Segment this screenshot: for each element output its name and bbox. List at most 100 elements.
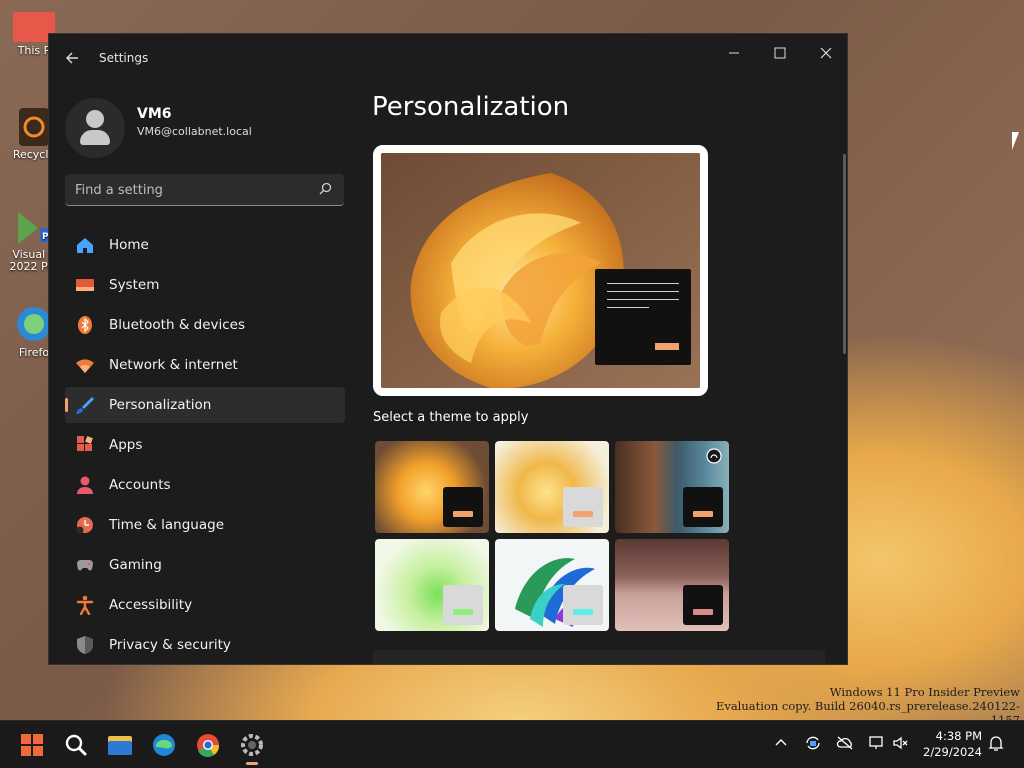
sidebar-item-time-language[interactable]: Time & language — [65, 507, 345, 543]
arrow-left-icon — [66, 52, 78, 64]
close-button[interactable] — [803, 38, 847, 68]
file-explorer-icon — [108, 736, 132, 755]
taskbar — [0, 720, 1024, 768]
sidebar-item-label: Accounts — [109, 477, 171, 493]
theme-captured-motion[interactable] — [615, 441, 729, 533]
bluetooth-icon — [75, 315, 95, 335]
network-icon — [869, 736, 883, 749]
sidebar-item-label: Privacy & security — [109, 637, 231, 653]
theme-accent-bar — [453, 511, 473, 517]
title-bar: Settings — [49, 34, 847, 82]
wifi-icon — [75, 355, 95, 375]
user-name: VM6 — [137, 106, 172, 122]
brush-icon — [75, 395, 95, 415]
start-button[interactable] — [14, 729, 50, 761]
sidebar-item-label: Personalization — [109, 397, 212, 413]
sidebar-item-bluetooth[interactable]: Bluetooth & devices — [65, 307, 345, 343]
theme-flow[interactable] — [495, 539, 609, 631]
accessibility-icon — [75, 595, 95, 615]
chrome-button[interactable] — [190, 729, 226, 761]
chevron-up-icon — [775, 739, 787, 746]
back-button[interactable] — [63, 48, 83, 68]
sidebar-item-accounts[interactable]: Accounts — [65, 467, 345, 503]
sidebar-item-label: Accessibility — [109, 597, 193, 613]
clock-icon — [75, 515, 95, 535]
clock-time: 4:38 PM — [935, 729, 982, 743]
home-icon — [75, 235, 95, 255]
accounts-icon — [75, 475, 95, 495]
search-input[interactable] — [75, 180, 305, 200]
sidebar-item-label: Home — [109, 237, 149, 253]
user-icon-body — [80, 130, 110, 145]
search-icon — [65, 734, 87, 756]
file-explorer-button[interactable] — [102, 729, 138, 761]
apps-icon — [75, 435, 95, 455]
sidebar-item-network[interactable]: Network & internet — [65, 347, 345, 383]
theme-window-tile — [683, 585, 723, 625]
window-title: Settings — [99, 51, 149, 65]
sync-icon — [806, 736, 820, 750]
theme-window-tile — [563, 585, 603, 625]
gamepad-icon — [75, 555, 95, 575]
desktop-icon-label: This P — [17, 44, 51, 57]
mockup-line — [607, 299, 679, 300]
sidebar-item-privacy-security[interactable]: Privacy & security — [65, 627, 345, 663]
search-icon — [319, 182, 332, 195]
taskbar-clock[interactable]: 4:38 PM 2/29/2024 — [908, 728, 982, 760]
theme-windows-spotlight[interactable] — [615, 539, 729, 631]
taskbar-search-button[interactable] — [58, 729, 94, 761]
sidebar-item-system[interactable]: System — [65, 267, 345, 303]
desktop-icon-label: Firefo — [18, 346, 50, 359]
user-email: VM6@collabnet.local — [137, 125, 252, 138]
sidebar-item-label: Gaming — [109, 557, 162, 573]
sidebar-item-gaming[interactable]: Gaming — [65, 547, 345, 583]
mockup-line — [607, 291, 679, 292]
sidebar-item-apps[interactable]: Apps — [65, 427, 345, 463]
sidebar-item-label: Network & internet — [109, 357, 238, 373]
settings-card[interactable] — [373, 650, 825, 664]
minimize-icon — [729, 52, 739, 54]
sidebar-item-accessibility[interactable]: Accessibility — [65, 587, 345, 623]
search-box[interactable] — [65, 174, 344, 206]
bell-icon — [988, 736, 1004, 751]
start-icon — [21, 734, 43, 756]
theme-accent-bar — [693, 511, 713, 517]
watermark-line-1: Windows 11 Pro Insider Preview — [829, 685, 1020, 699]
in-use-icon — [706, 448, 722, 464]
theme-accent-bar — [573, 511, 593, 517]
tray-sync-button[interactable] — [804, 735, 822, 755]
chrome-icon — [197, 734, 220, 757]
sidebar-item-label: Bluetooth & devices — [109, 317, 246, 333]
theme-window-tile — [563, 487, 603, 527]
recycle-bin-icon — [19, 108, 49, 146]
theme-glow-light[interactable] — [495, 441, 609, 533]
shield-icon — [75, 635, 95, 655]
tray-onedrive-button[interactable] — [836, 735, 854, 755]
notifications-button[interactable] — [988, 735, 1004, 755]
scrollbar[interactable] — [843, 154, 846, 354]
maximize-button[interactable] — [757, 38, 803, 68]
mockup-line — [607, 307, 649, 308]
settings-window: Settings VM6 VM6@collabnet.local Home Sy… — [48, 33, 848, 665]
theme-glow-dark[interactable] — [375, 441, 489, 533]
edge-icon — [153, 734, 175, 756]
settings-taskbar-button[interactable] — [234, 729, 270, 765]
show-hidden-icons-button[interactable] — [774, 735, 788, 753]
sidebar-item-personalization[interactable]: Personalization — [65, 387, 345, 423]
avatar — [65, 98, 125, 158]
sidebar-item-home[interactable]: Home — [65, 227, 345, 263]
window-mockup — [595, 269, 691, 365]
cloud-offline-icon — [836, 736, 853, 750]
theme-sunrise[interactable] — [375, 539, 489, 631]
minimize-button[interactable] — [711, 38, 757, 68]
theme-window-tile — [443, 585, 483, 625]
tray-network-button[interactable] — [868, 735, 886, 755]
sidebar-nav: Home System Bluetooth & devices Network … — [65, 227, 345, 664]
mouse-cursor-icon — [1012, 132, 1024, 150]
close-icon — [820, 47, 832, 59]
settings-icon — [241, 734, 263, 756]
page-title: Personalization — [372, 92, 570, 122]
theme-section-title: Select a theme to apply — [373, 410, 529, 425]
sidebar-item-label: Apps — [109, 437, 143, 453]
edge-button[interactable] — [146, 729, 182, 761]
